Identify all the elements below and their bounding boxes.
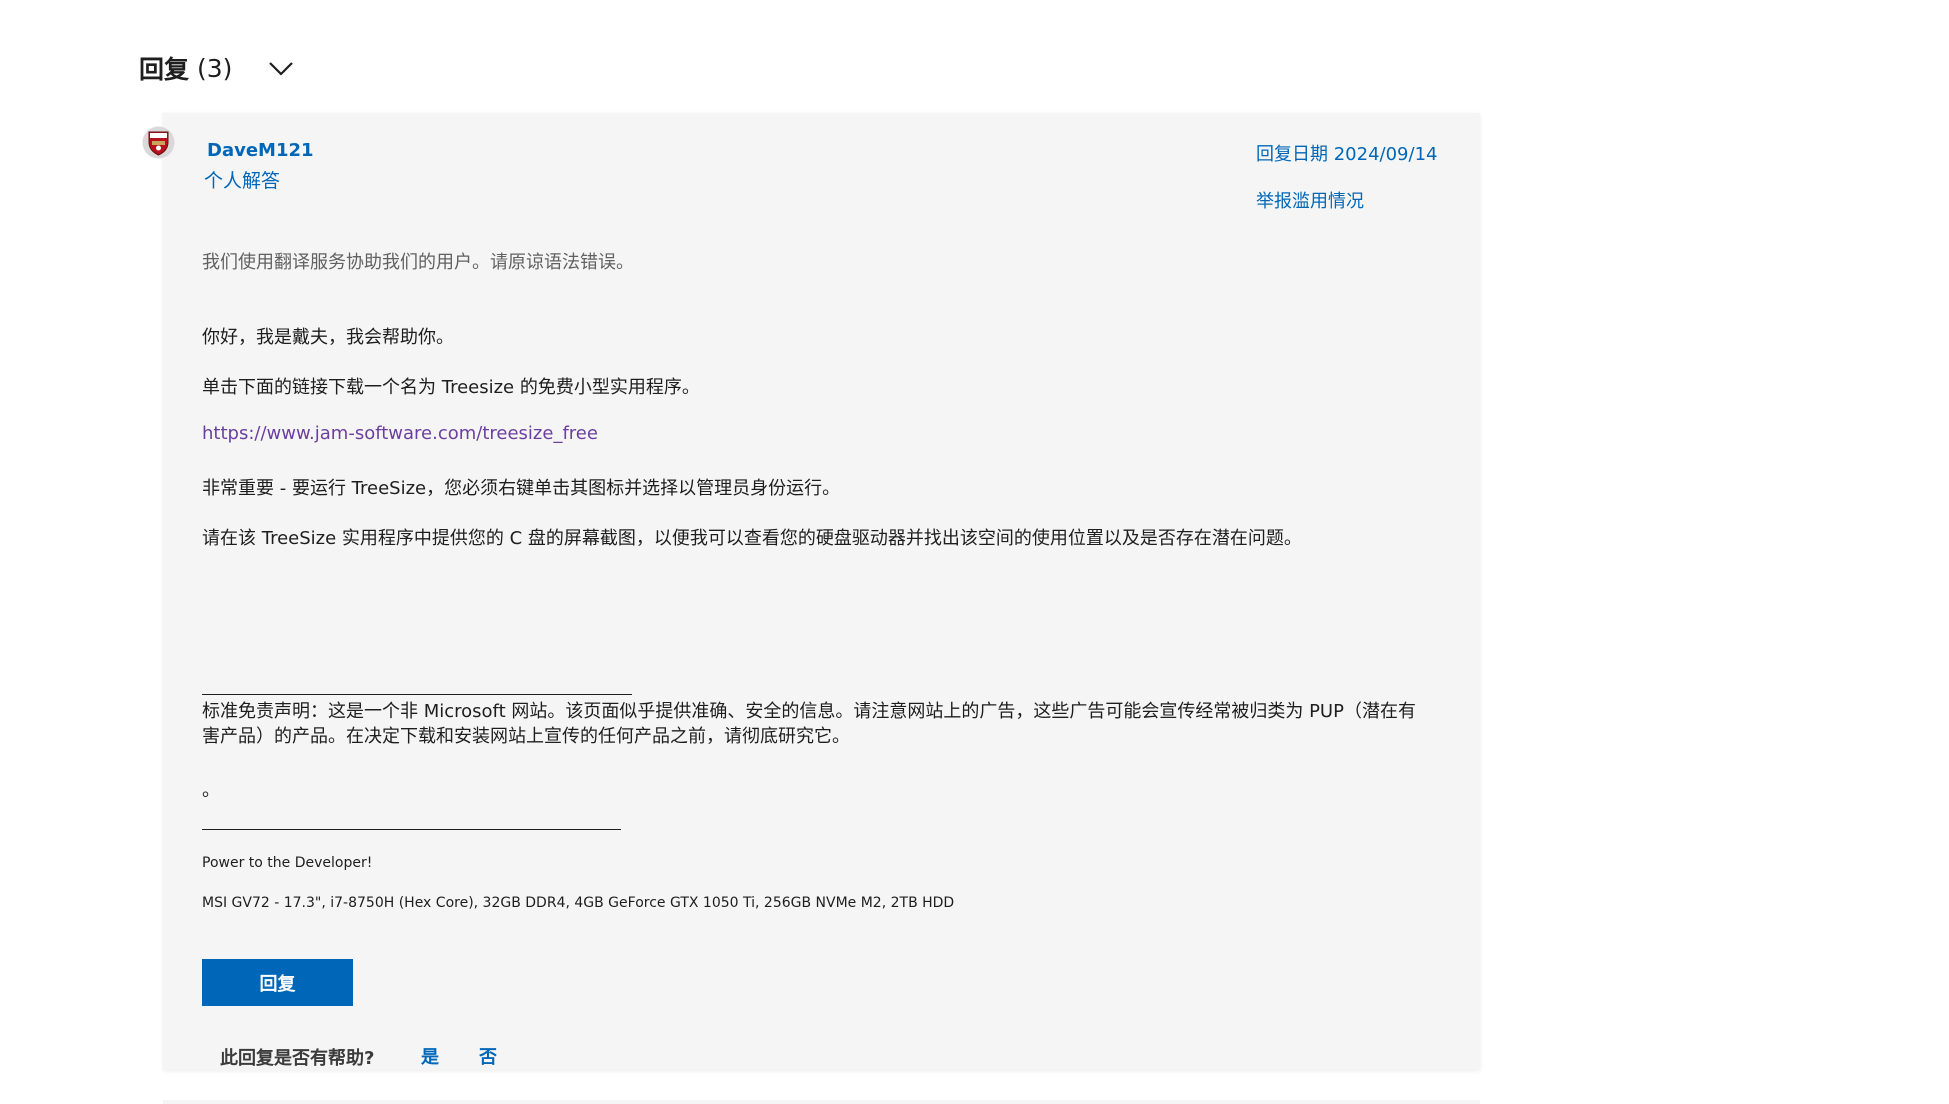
admin-run-paragraph: 非常重要 - 要运行 TreeSize，您必须右键单击其图标并选择以管理员身份运… bbox=[202, 478, 841, 499]
replies-count: (3) bbox=[197, 53, 233, 83]
author-link[interactable]: DaveM121 bbox=[207, 140, 314, 161]
report-abuse-link[interactable]: 举报滥用情况 bbox=[1256, 187, 1364, 213]
helpful-yes-button[interactable]: 是 bbox=[421, 1043, 439, 1069]
disclaimer-text: 标准免责声明：这是一个非 Microsoft 网站。该页面似乎提供准确、安全的信… bbox=[202, 701, 1416, 747]
helpful-no-button[interactable]: 否 bbox=[479, 1043, 497, 1069]
system-specs: MSI GV72 - 17.3", i7-8750H (Hex Core), 3… bbox=[202, 895, 955, 911]
translation-note: 我们使用翻译服务协助我们的用户。请原谅语法错误。 bbox=[202, 252, 634, 273]
next-reply-card bbox=[163, 1100, 1480, 1104]
page: 回复 (3) DaveM121 个人解答 回复日期 2024/09/14 举报滥… bbox=[0, 0, 1949, 1104]
avatar[interactable] bbox=[142, 126, 175, 159]
download-instruction-paragraph: 单击下面的链接下载一个名为 Treesize 的免费小型实用程序。 bbox=[202, 377, 700, 398]
treesize-download-link[interactable]: https://www.jam-software.com/treesize_fr… bbox=[202, 423, 598, 444]
reply-button[interactable]: 回复 bbox=[202, 959, 353, 1006]
author-role: 个人解答 bbox=[204, 170, 281, 192]
chevron-down-icon[interactable] bbox=[266, 57, 296, 79]
greeting-paragraph: 你好，我是戴夫，我会帮助你。 bbox=[202, 327, 454, 348]
disclaimer-divider bbox=[202, 694, 632, 695]
replies-toggle[interactable]: 回复 (3) bbox=[139, 50, 296, 86]
period-text: 。 bbox=[202, 780, 220, 801]
signature-divider bbox=[202, 829, 621, 830]
screenshot-request-paragraph: 请在该 TreeSize 实用程序中提供您的 C 盘的屏幕截图，以便我可以查看您… bbox=[202, 528, 1302, 549]
replies-title: 回复 bbox=[139, 55, 190, 84]
reply-date-link[interactable]: 回复日期 2024/09/14 bbox=[1256, 140, 1437, 166]
helpful-question: 此回复是否有帮助? bbox=[220, 1048, 375, 1069]
treesize-link-line: https://www.jam-software.com/treesize_fr… bbox=[202, 423, 598, 444]
signature-line: Power to the Developer! bbox=[202, 855, 373, 871]
